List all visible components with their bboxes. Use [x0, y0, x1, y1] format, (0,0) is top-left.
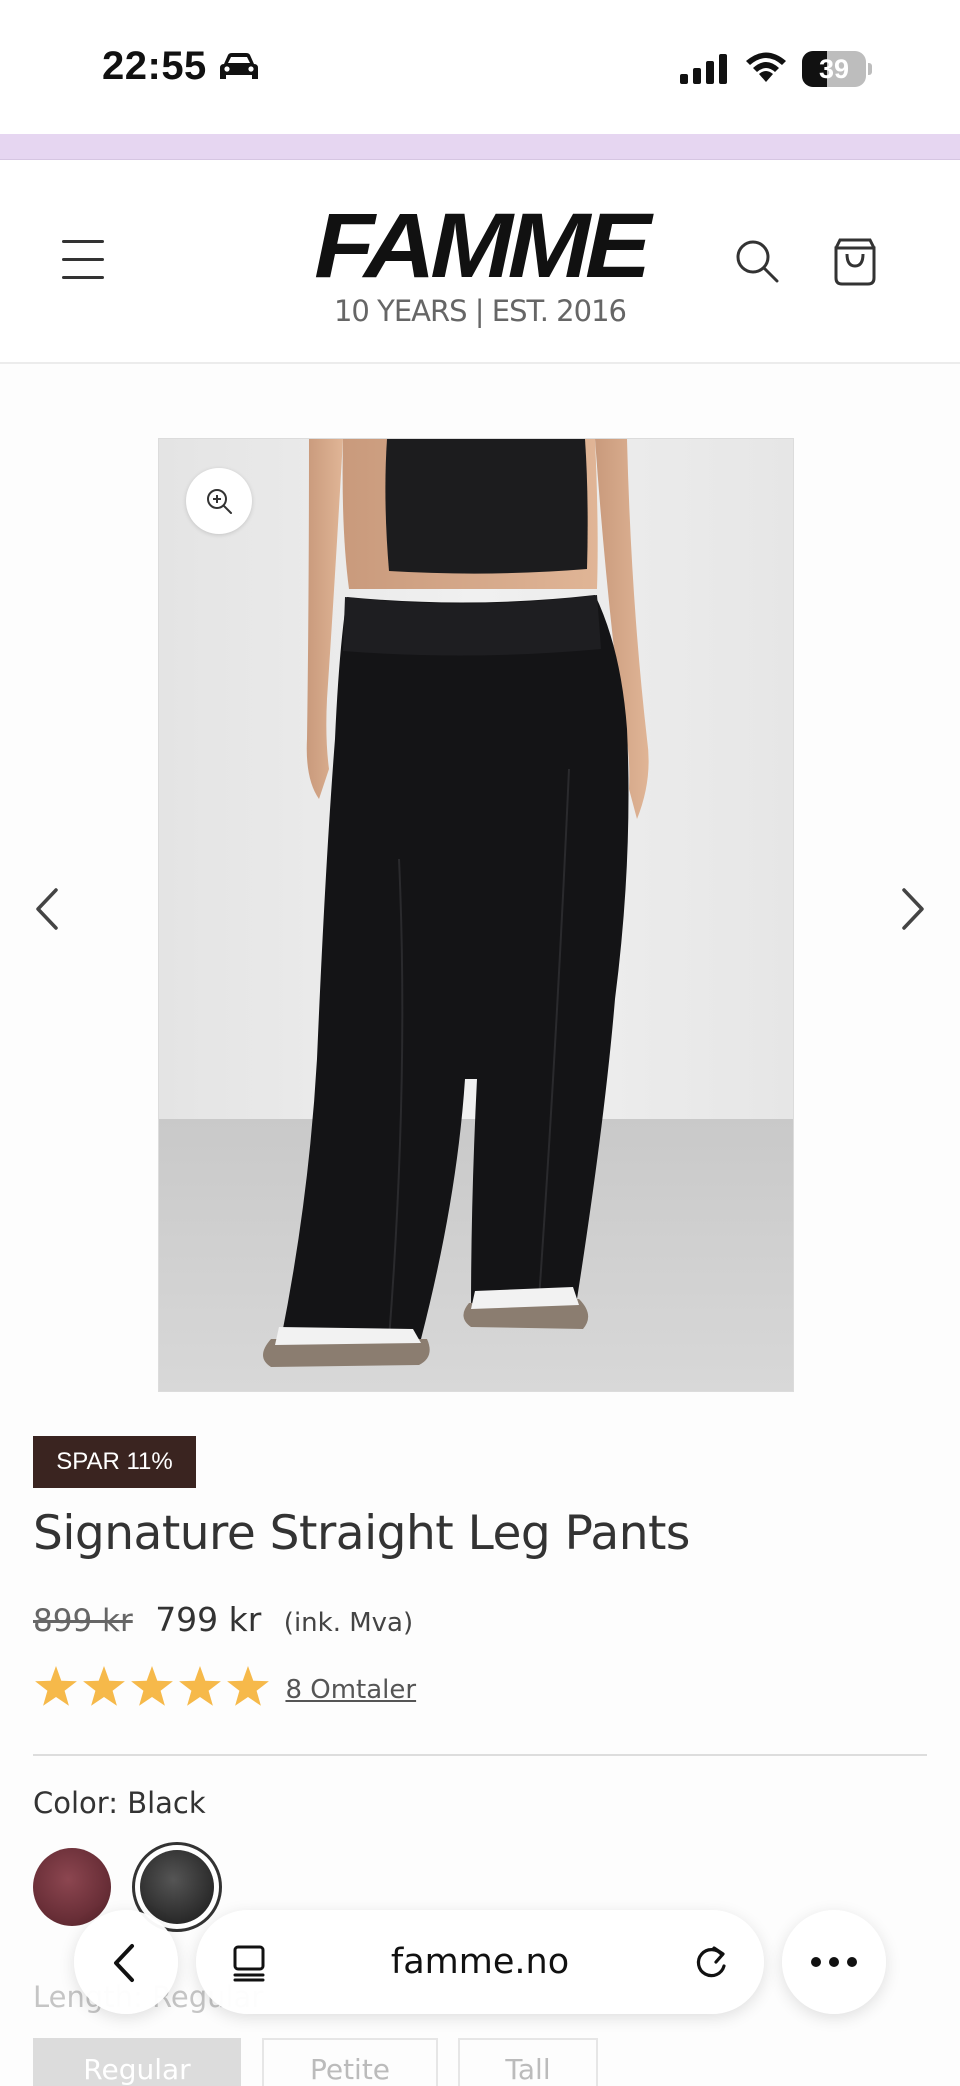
zoom-icon: [207, 489, 232, 514]
logo[interactable]: FAMME 10 YEARS | EST. 2016: [310, 200, 651, 330]
star-icon: [35, 1666, 77, 1706]
logo-tagline: 10 YEARS | EST. 2016: [333, 294, 627, 328]
address-bar[interactable]: famme.no: [196, 1910, 764, 2014]
promo-bar: [0, 134, 960, 160]
reload-icon[interactable]: [692, 1944, 730, 1987]
search-icon[interactable]: [734, 238, 780, 289]
browser-toolbar: famme.no: [0, 1898, 960, 2018]
url-text: famme.no: [390, 1942, 570, 1982]
star-icon: [83, 1666, 125, 1706]
sale-badge: SPAR 11%: [33, 1436, 196, 1488]
cellular-signal-icon: [680, 54, 730, 89]
browser-back-button[interactable]: [74, 1910, 178, 2014]
browser-more-button[interactable]: [782, 1910, 886, 2014]
wifi-icon: [744, 50, 788, 89]
site-header: FAMME 10 YEARS | EST. 2016: [0, 160, 960, 364]
length-option-petite[interactable]: Petite: [262, 2038, 438, 2086]
menu-icon[interactable]: [62, 240, 114, 286]
star-icon: [131, 1666, 173, 1706]
product-title: Signature Straight Leg Pants: [33, 1506, 690, 1561]
star-icon: [227, 1666, 269, 1706]
length-option-tall[interactable]: Tall: [458, 2038, 598, 2086]
status-bar: 22:55 39: [0, 0, 960, 134]
chevron-left-icon: [114, 1944, 134, 1982]
price-vat-note: (ink. Mva): [283, 1608, 414, 1638]
battery-icon: 39: [802, 51, 872, 87]
battery-level: 39: [818, 54, 850, 84]
sale-price: 799 kr: [155, 1600, 262, 1639]
color-label: Color: Black: [33, 1786, 206, 1820]
chevron-right-icon[interactable]: [896, 884, 930, 939]
star-icon: [179, 1666, 221, 1706]
product-gallery: [0, 364, 960, 1408]
reviews-link[interactable]: 8 Omtaler: [285, 1675, 416, 1705]
divider: [33, 1754, 927, 1756]
status-time: 22:55: [102, 44, 207, 88]
cart-icon[interactable]: [832, 238, 878, 291]
more-icon: [811, 1957, 857, 1967]
car-icon: [218, 52, 260, 87]
rating-row: 8 Omtaler: [33, 1664, 416, 1716]
product-image[interactable]: [158, 438, 794, 1392]
chevron-left-icon[interactable]: [30, 884, 64, 939]
original-price: 899 kr: [33, 1603, 133, 1639]
rating-stars: [33, 1664, 273, 1715]
logo-wordmark: FAMME: [314, 195, 651, 297]
price-row: 899 kr 799 kr (ink. Mva): [33, 1600, 413, 1644]
zoom-button[interactable]: [186, 468, 252, 534]
length-option-regular[interactable]: Regular: [33, 2038, 241, 2086]
